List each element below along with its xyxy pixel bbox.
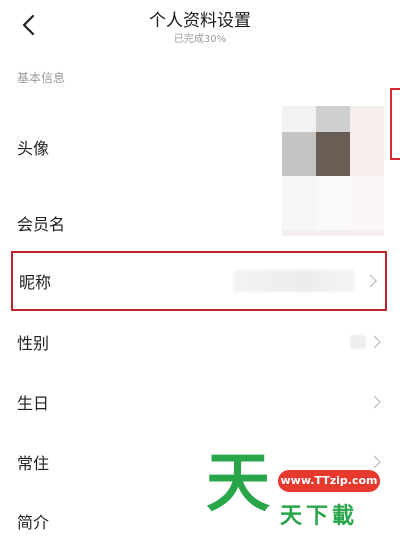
top-bar: 个人资料设置 已完成30% [0, 0, 400, 56]
watermark-text: 天下載 [280, 504, 359, 529]
watermark-url-badge: www.TTzip.com [278, 470, 380, 492]
completion-status: 已完成30% [173, 34, 227, 45]
watermark-logo-glyph: 天 [206, 447, 270, 521]
page-title: 个人资料设置 [149, 11, 251, 31]
row-label: 头像 [17, 139, 50, 158]
nickname-value [233, 270, 355, 292]
gender-value [350, 335, 366, 349]
row-label: 昵称 [19, 273, 52, 292]
site-watermark: 天 www.TTzip.com 天下載 [206, 452, 396, 536]
chevron-right-icon [372, 335, 382, 349]
row-gender[interactable]: 性别 [0, 313, 400, 371]
row-label: 生日 [17, 394, 50, 413]
row-member-name[interactable]: 会员名 [0, 194, 400, 252]
row-label: 会员名 [17, 215, 66, 234]
highlight-frame-right [390, 88, 400, 160]
chevron-right-icon [372, 395, 382, 409]
row-nickname[interactable]: 昵称 [11, 251, 387, 311]
row-label: 常住 [17, 454, 50, 473]
row-birthday[interactable]: 生日 [0, 373, 400, 431]
row-label: 简介 [17, 513, 50, 532]
chevron-right-icon [368, 274, 378, 288]
row-label: 性别 [17, 334, 50, 353]
section-label-basic-info: 基本信息 [17, 71, 66, 85]
